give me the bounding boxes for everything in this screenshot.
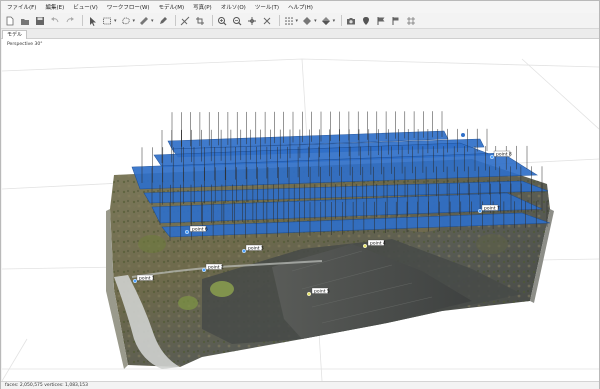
save-icon[interactable]: [34, 15, 46, 27]
menu-file[interactable]: ファイル(F): [7, 3, 36, 11]
toolbar-separator: [174, 15, 176, 26]
menu-help[interactable]: ヘルプ(H): [288, 3, 313, 11]
toolbar-separator: [211, 15, 213, 26]
menu-bar: ファイル(F) 編集(E) ビュー(V) ワークフロー(W) モデル(M) 写真…: [1, 1, 599, 13]
free-select-icon[interactable]: [120, 15, 132, 27]
menu-model[interactable]: モデル(M): [159, 3, 185, 11]
toolbar-separator: [278, 15, 280, 26]
svg-text:point 8: point 8: [496, 152, 512, 158]
grid-icon[interactable]: [405, 15, 417, 27]
camera-icon[interactable]: [345, 15, 357, 27]
toolbar-separator: [341, 15, 343, 26]
chevron-down-icon[interactable]: ▾: [314, 18, 317, 24]
chevron-down-icon[interactable]: ▾: [151, 18, 154, 24]
reset-view-icon[interactable]: [261, 15, 273, 27]
svg-text:point 4: point 4: [370, 241, 386, 247]
menu-workflow[interactable]: ワークフロー(W): [107, 3, 150, 11]
svg-text:point 5: point 5: [314, 289, 330, 295]
menu-view[interactable]: ビュー(V): [73, 3, 98, 11]
menu-tools[interactable]: ツール(T): [255, 3, 279, 11]
main-toolbar: ▾ ▾ ▾ ▾ ▾ ▾: [1, 13, 599, 29]
open-icon[interactable]: [19, 15, 31, 27]
mesh-stats: faces: 2,050,575 vertices: 1,083,153: [5, 383, 88, 388]
tab-model[interactable]: モデル: [2, 30, 28, 39]
camera-origin-dot: [461, 133, 465, 137]
crop-icon[interactable]: [194, 15, 206, 27]
model-viewport[interactable]: point 1 point 2 point 3 point 4 point 5: [2, 39, 599, 381]
svg-text:point 7: point 7: [484, 206, 500, 212]
flag-icon[interactable]: [375, 15, 387, 27]
ruler-icon[interactable]: [138, 15, 150, 27]
menu-edit[interactable]: 編集(E): [45, 3, 64, 11]
eraser-icon[interactable]: [179, 15, 191, 27]
projection-label: Perspective 30°: [7, 42, 43, 47]
mesh-icon[interactable]: [301, 15, 313, 27]
tab-strip: モデル: [1, 29, 599, 39]
redo-icon[interactable]: [64, 15, 76, 27]
svg-text:point 2: point 2: [208, 265, 224, 271]
chevron-down-icon[interactable]: ▾: [333, 18, 336, 24]
chevron-down-icon[interactable]: ▾: [296, 18, 299, 24]
scene-canvas[interactable]: point 1 point 2 point 3 point 4 point 5: [2, 39, 599, 381]
status-bar: faces: 2,050,575 vertices: 1,083,153: [1, 381, 599, 389]
undo-icon[interactable]: [49, 15, 61, 27]
pointer-icon[interactable]: [86, 15, 98, 27]
points-icon[interactable]: [283, 15, 295, 27]
menu-photo[interactable]: 写真(P): [193, 3, 212, 11]
rectangle-select-icon[interactable]: [101, 15, 113, 27]
draw-icon[interactable]: [157, 15, 169, 27]
menu-ortho[interactable]: オルソ(O): [221, 3, 246, 11]
zoom-out-icon[interactable]: [231, 15, 243, 27]
texture-icon[interactable]: [320, 15, 332, 27]
move-icon[interactable]: [246, 15, 258, 27]
svg-text:point 1: point 1: [139, 276, 155, 282]
chevron-down-icon[interactable]: ▾: [114, 18, 117, 24]
application-window: ファイル(F) 編集(E) ビュー(V) ワークフロー(W) モデル(M) 写真…: [0, 0, 600, 389]
toolbar-separator: [82, 15, 83, 26]
markers-icon[interactable]: [360, 15, 372, 27]
svg-text:point 3: point 3: [248, 246, 264, 252]
svg-text:point 6: point 6: [192, 227, 208, 233]
chevron-down-icon[interactable]: ▾: [133, 18, 136, 24]
flags-icon[interactable]: [390, 15, 402, 27]
new-icon[interactable]: [4, 15, 16, 27]
zoom-in-icon[interactable]: [216, 15, 228, 27]
